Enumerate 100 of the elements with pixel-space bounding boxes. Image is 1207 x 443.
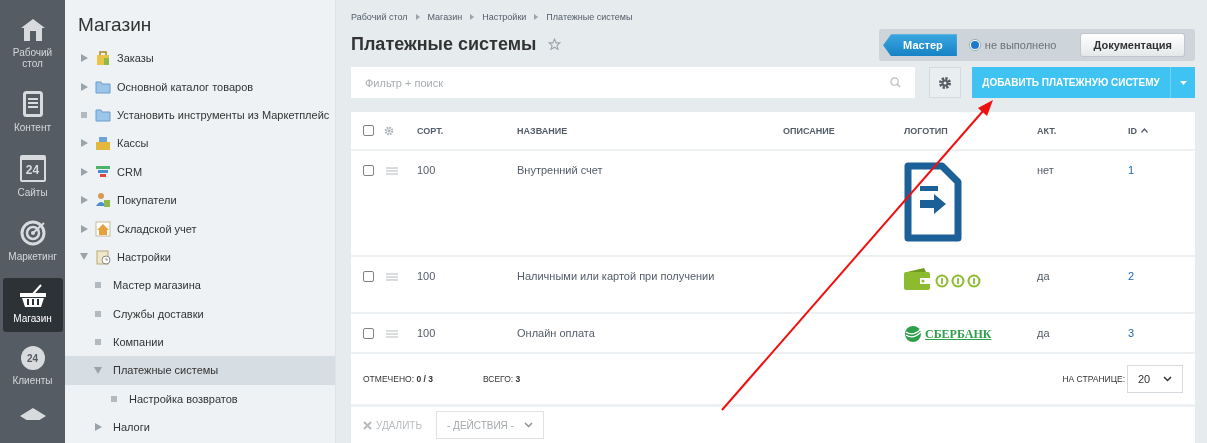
folder-icon <box>95 79 111 94</box>
per-page-label: НА СТРАНИЦЕ: <box>1062 374 1125 384</box>
column-header[interactable]: ЛОГОТИП <box>904 125 1037 136</box>
document-icon <box>22 91 43 117</box>
table-cell-text: да <box>1037 326 1051 339</box>
chevron-down-icon[interactable] <box>1163 376 1172 382</box>
bullet-icon <box>81 111 87 118</box>
table-cell-text: да <box>1037 269 1051 282</box>
menu-item[interactable]: CRM <box>65 157 335 186</box>
menu-item[interactable]: Настройки <box>65 242 335 272</box>
id-link[interactable]: 1 <box>1128 151 1195 176</box>
bank-logo: СБЕРБАНК <box>904 325 992 343</box>
menu-item[interactable]: Компании <box>65 327 335 357</box>
dropdown-caret-icon[interactable] <box>1179 80 1187 85</box>
settings-button[interactable] <box>929 67 961 98</box>
column-header[interactable]: ID <box>1128 125 1195 136</box>
bullet-icon <box>95 339 101 346</box>
menu-item[interactable]: Налоги <box>65 413 335 442</box>
status-label: не выполнено <box>984 39 1057 52</box>
menu-item[interactable]: Службы доставки <box>65 299 335 328</box>
expand-arrow-icon[interactable] <box>94 423 102 432</box>
breadcrumb-link[interactable]: Настройки <box>482 12 527 23</box>
expand-arrow-icon[interactable] <box>80 196 88 205</box>
column-header[interactable]: НАЗВАНИЕ <box>517 125 783 136</box>
separator-icon <box>470 14 475 21</box>
id-link[interactable]: 3 <box>1128 314 1195 339</box>
basket-icon <box>18 284 47 308</box>
table-cell-text: Наличными или картой при получении <box>517 269 716 282</box>
menu-item[interactable]: Настройка возвратов <box>65 384 335 414</box>
table-cell-text: Внутренний счет <box>517 163 604 176</box>
selected-count: ОТМЕЧЕНО: 0 / 3 <box>363 374 433 384</box>
target-icon <box>19 220 46 246</box>
cross-icon <box>363 420 372 430</box>
stack-icon <box>19 408 46 420</box>
column-header[interactable]: АКТ. <box>1037 125 1128 136</box>
table-cell-text: 100 <box>417 269 437 282</box>
per-page-select[interactable]: 20 <box>1127 365 1183 393</box>
nav-item[interactable]: Контент <box>2 85 63 141</box>
menu-item[interactable]: Кассы <box>65 129 335 158</box>
table-cell-text: 100 <box>417 326 437 339</box>
table-cell-text: 100 <box>417 163 437 176</box>
nav-item[interactable]: Маркетинг <box>2 214 63 270</box>
menu-item[interactable]: Заказы <box>65 44 335 73</box>
status-radio[interactable] <box>968 39 981 52</box>
expand-arrow-icon[interactable] <box>80 139 88 148</box>
documentation-button[interactable]: Документация <box>1080 33 1185 58</box>
menu-item[interactable]: Складской учет <box>65 214 335 243</box>
menu-item[interactable]: Покупатели <box>65 185 335 215</box>
total-count: ВСЕГО: 3 <box>482 374 521 384</box>
page-title: Платежные системы <box>351 33 537 55</box>
menu-item[interactable]: Установить инструменты из Маркетплейс <box>65 100 335 130</box>
breadcrumb-link[interactable]: Платежные системы <box>546 12 633 23</box>
row-checkbox[interactable] <box>363 165 374 176</box>
bullet-icon <box>95 282 101 289</box>
gear-icon[interactable] <box>938 75 952 90</box>
column-header[interactable]: СОРТ. <box>417 125 517 136</box>
breadcrumb-link[interactable]: Магазин <box>427 12 463 23</box>
row-checkbox[interactable] <box>363 328 374 339</box>
search-icon[interactable] <box>890 77 901 88</box>
breadcrumb-link[interactable]: Рабочий стол <box>351 12 408 23</box>
funnel-icon <box>95 164 111 179</box>
menu-item[interactable]: Мастер магазина <box>65 271 335 300</box>
settings-icon[interactable] <box>384 125 394 136</box>
column-header[interactable]: ОПИСАНИЕ <box>783 125 904 136</box>
menu-item[interactable]: Основной каталог товаров <box>65 72 335 101</box>
menu-item[interactable]: Платежные системы <box>65 356 335 385</box>
shopping-bag-icon <box>95 50 111 67</box>
row-checkbox[interactable] <box>363 271 374 282</box>
nav-item[interactable]: 24 Клиенты <box>2 340 63 394</box>
collapse-arrow-icon[interactable] <box>80 253 88 261</box>
expand-arrow-icon[interactable] <box>80 54 88 63</box>
search-field[interactable]: Фильтр + поиск <box>351 67 915 98</box>
nav-item[interactable]: 24 Сайты <box>2 149 63 206</box>
nav-item[interactable]: Магазин <box>2 278 63 332</box>
expand-arrow-icon[interactable] <box>80 82 88 91</box>
nav-item[interactable]: Рабочий стол <box>2 12 63 77</box>
expand-arrow-icon[interactable] <box>80 167 88 176</box>
cloud-icon: 24 <box>20 346 45 370</box>
separator-icon <box>534 14 539 21</box>
home-icon <box>19 18 46 42</box>
bullet-icon <box>111 395 117 402</box>
drag-handle-icon[interactable] <box>386 329 398 338</box>
select-all-checkbox[interactable] <box>363 125 374 136</box>
expand-arrow-icon[interactable] <box>80 224 88 233</box>
table-cell-text: Онлайн оплата <box>517 326 596 339</box>
drag-handle-icon[interactable] <box>386 272 398 281</box>
star-icon[interactable] <box>548 37 562 51</box>
cash-register-icon <box>95 135 111 152</box>
table-cell-text: нет <box>1037 163 1055 176</box>
people-icon <box>95 192 111 209</box>
bullet-icon <box>95 310 101 317</box>
house-icon <box>95 220 111 237</box>
id-link[interactable]: 2 <box>1128 257 1195 282</box>
separator-icon <box>415 14 420 21</box>
clipboard-icon <box>95 248 111 265</box>
sidebar-title: Магазин <box>77 14 152 36</box>
drag-handle-icon[interactable] <box>386 166 398 175</box>
folder-icon <box>95 107 111 122</box>
collapse-arrow-icon[interactable] <box>94 367 102 374</box>
calendar-icon: 24 <box>19 155 46 182</box>
